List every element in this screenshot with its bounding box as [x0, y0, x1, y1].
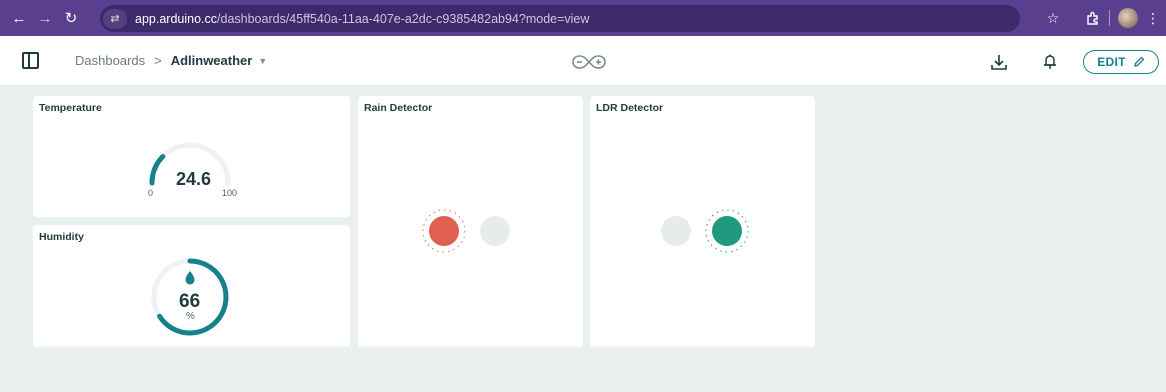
extensions-icon[interactable] — [1079, 4, 1107, 32]
pencil-icon — [1133, 56, 1145, 67]
app-header: Dashboards > Adlinweather ▼ EDIT — [0, 36, 1166, 86]
temperature-widget[interactable]: Temperature 24.6 0 100 — [33, 96, 350, 217]
humidity-widget[interactable]: Humidity 66 % — [33, 225, 350, 347]
url-text: app.arduino.cc/dashboards/45ff540a-11aa-… — [135, 12, 589, 26]
humidity-unit: % — [186, 311, 195, 322]
widget-title: LDR Detector — [596, 102, 664, 114]
breadcrumb-dashboards-link[interactable]: Dashboards — [75, 53, 145, 68]
ldr-led-off — [661, 216, 691, 246]
url-path: /dashboards/45ff540a-11aa-407e-a2dc-c938… — [217, 11, 590, 26]
notification-bell-icon[interactable] — [1041, 53, 1059, 71]
widget-title: Rain Detector — [364, 102, 433, 114]
bookmark-star-icon[interactable]: ☆ — [1039, 4, 1067, 32]
rain-detector-widget[interactable]: Rain Detector — [358, 96, 583, 347]
water-drop-icon — [185, 271, 195, 285]
browser-toolbar: ← → ↻ ⇄ app.arduino.cc/dashboards/45ff54… — [0, 0, 1166, 36]
url-host: app.arduino.cc — [135, 11, 218, 26]
arduino-logo-icon — [572, 55, 606, 69]
gauge-fill — [149, 153, 166, 186]
address-bar[interactable]: ⇄ app.arduino.cc/dashboards/45ff540a-11a… — [100, 5, 1020, 32]
sidebar-toggle-icon[interactable] — [22, 52, 39, 69]
rain-led-group — [422, 209, 510, 253]
ldr-led-group — [661, 209, 749, 253]
edit-button[interactable]: EDIT — [1083, 50, 1159, 74]
ldr-detector-widget[interactable]: LDR Detector — [590, 96, 815, 347]
back-icon[interactable]: ← — [6, 5, 32, 31]
breadcrumb: Dashboards > Adlinweather ▼ — [75, 53, 267, 68]
temperature-value: 24.6 — [176, 169, 212, 189]
chevron-down-icon[interactable]: ▼ — [258, 56, 267, 66]
gauge-max-label: 100 — [222, 188, 238, 198]
temperature-gauge — [149, 142, 231, 186]
gauge-min-label: 0 — [148, 188, 154, 198]
profile-avatar[interactable] — [1118, 8, 1138, 28]
breadcrumb-separator: > — [154, 53, 162, 68]
humidity-value: 66 — [179, 291, 201, 312]
dashboard-name[interactable]: Adlinweather — [171, 53, 253, 68]
browser-menu-icon[interactable]: ⋮ — [1144, 4, 1162, 32]
ldr-led-on — [705, 209, 749, 253]
humidity-gauge — [151, 258, 229, 336]
rain-led-off — [480, 216, 510, 246]
download-icon[interactable] — [990, 53, 1008, 71]
reload-icon[interactable]: ↻ — [58, 5, 84, 31]
forward-icon[interactable]: → — [32, 5, 58, 31]
toolbar-divider — [1109, 10, 1110, 26]
rain-led-on — [422, 209, 466, 253]
edit-button-label: EDIT — [1097, 55, 1126, 69]
site-info-icon[interactable]: ⇄ — [103, 8, 127, 29]
